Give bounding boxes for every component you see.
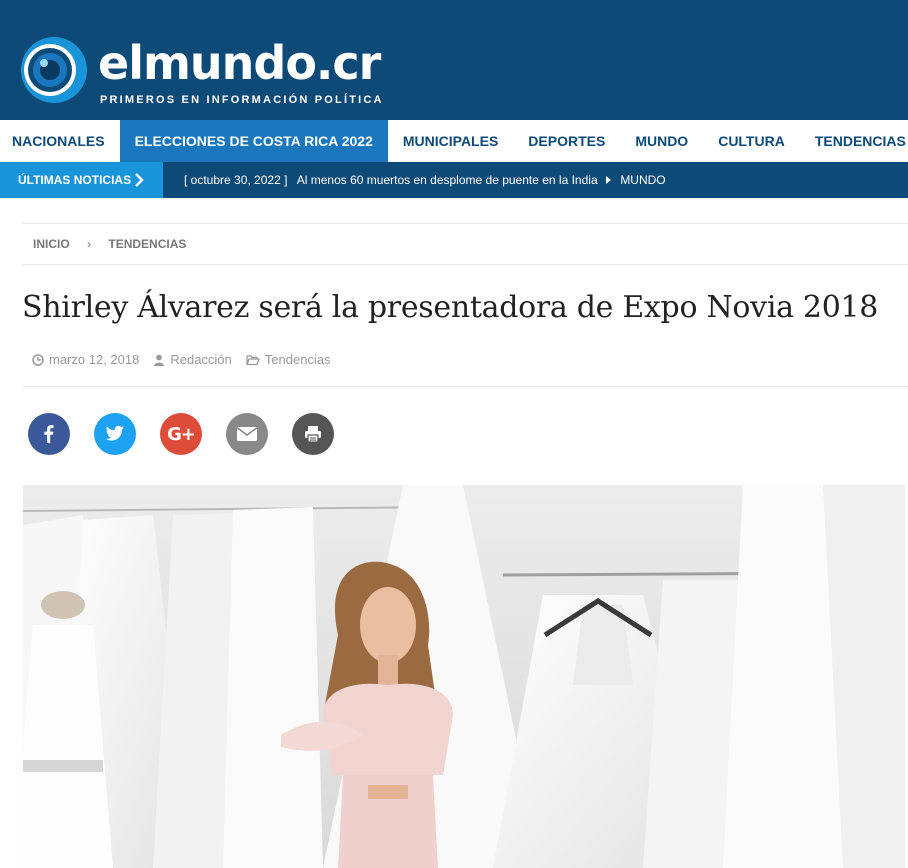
chevron-right-icon: › bbox=[87, 237, 92, 251]
chevron-right-icon bbox=[135, 173, 144, 187]
nav-item-elecciones[interactable]: ELECCIONES DE COSTA RICA 2022 bbox=[119, 120, 388, 162]
site-logo[interactable]: elmundo.cr PRIMEROS EN INFORMACIÓN POLÍT… bbox=[20, 36, 384, 106]
article-hero-image bbox=[23, 485, 905, 868]
nav-item-cultura[interactable]: CULTURA bbox=[703, 120, 800, 162]
twitter-icon bbox=[105, 425, 125, 441]
nav-item-municipales[interactable]: MUNICIPALES bbox=[388, 120, 513, 162]
nav-item-tendencias[interactable]: TENDENCIAS bbox=[800, 120, 908, 162]
ticker-item[interactable]: [ octubre 30, 2022 ] Al menos 60 muertos… bbox=[184, 162, 666, 198]
nav-item-nacionales[interactable]: NACIONALES bbox=[0, 120, 120, 162]
article-meta: marzo 12, 2018 Redacción Tendencias bbox=[32, 352, 331, 367]
breadcrumb-home[interactable]: INICIO bbox=[33, 237, 70, 251]
user-icon bbox=[154, 354, 165, 366]
article-date: marzo 12, 2018 bbox=[49, 352, 140, 367]
main-nav: NACIONALES ELECCIONES DE COSTA RICA 2022… bbox=[0, 120, 908, 162]
ticker-category[interactable]: MUNDO bbox=[620, 173, 665, 187]
logo-wordmark: elmundo.cr bbox=[98, 36, 381, 90]
email-icon bbox=[237, 427, 257, 441]
ticker-label: ÚLTIMAS NOTICIAS bbox=[0, 162, 163, 198]
google-plus-icon: G+ bbox=[167, 423, 196, 445]
news-ticker: ÚLTIMAS NOTICIAS [ octubre 30, 2022 ] Al… bbox=[0, 162, 908, 198]
share-bar: G+ bbox=[28, 413, 358, 455]
share-facebook-button[interactable] bbox=[28, 413, 70, 455]
share-google-plus-button[interactable]: G+ bbox=[160, 413, 202, 455]
share-print-button[interactable] bbox=[292, 413, 334, 455]
share-twitter-button[interactable] bbox=[94, 413, 136, 455]
logo-tagline: PRIMEROS EN INFORMACIÓN POLÍTICA bbox=[100, 94, 384, 106]
breadcrumb: INICIO › TENDENCIAS bbox=[22, 223, 908, 265]
article-title: Shirley Álvarez será la presentadora de … bbox=[22, 290, 879, 325]
article-author[interactable]: Redacción bbox=[170, 352, 231, 367]
divider bbox=[22, 386, 908, 387]
folder-open-icon bbox=[246, 354, 260, 365]
caret-right-icon bbox=[605, 176, 611, 184]
article-category[interactable]: Tendencias bbox=[265, 352, 331, 367]
nav-item-deportes[interactable]: DEPORTES bbox=[513, 120, 620, 162]
site-header: elmundo.cr PRIMEROS EN INFORMACIÓN POLÍT… bbox=[0, 0, 908, 120]
ticker-headline[interactable]: Al menos 60 muertos en desplome de puent… bbox=[297, 173, 598, 187]
breadcrumb-current[interactable]: TENDENCIAS bbox=[108, 237, 186, 251]
print-icon bbox=[305, 426, 321, 443]
ticker-label-text: ÚLTIMAS NOTICIAS bbox=[18, 173, 132, 187]
facebook-icon bbox=[44, 425, 54, 443]
nav-item-mundo[interactable]: MUNDO bbox=[620, 120, 703, 162]
camera-lens-icon bbox=[20, 36, 88, 104]
clock-icon bbox=[32, 353, 44, 366]
ticker-date: [ octubre 30, 2022 ] bbox=[184, 173, 288, 187]
share-email-button[interactable] bbox=[226, 413, 268, 455]
